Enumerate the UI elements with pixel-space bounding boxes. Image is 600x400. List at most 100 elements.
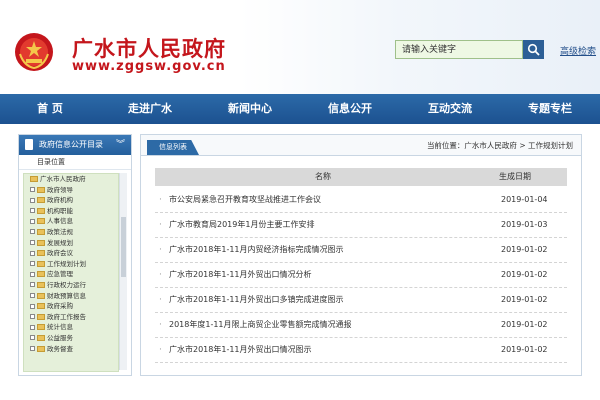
collapse-chevron-icon[interactable]: ︾ bbox=[116, 135, 125, 155]
nav-item-interaction[interactable]: 互动交流 bbox=[400, 94, 500, 124]
nav-item-news[interactable]: 新闻中心 bbox=[200, 94, 300, 124]
row-title-link[interactable]: 广水市教育局2019年1月份主要工作安排 bbox=[169, 213, 314, 237]
expand-icon[interactable] bbox=[30, 197, 35, 203]
main-nav: 首 页 走进广水 新闻中心 信息公开 互动交流 专题专栏 bbox=[0, 94, 600, 124]
tree-item[interactable]: 财政预算信息 bbox=[24, 291, 118, 302]
row-date: 2019-01-03 bbox=[501, 220, 548, 229]
table-row[interactable]: · 广水市2018年1-11月外贸出口情况图示 2019-01-02 bbox=[155, 338, 567, 363]
tree-item[interactable]: 政府领导 bbox=[24, 185, 118, 196]
tree-item[interactable]: 行政权力运行 bbox=[24, 280, 118, 291]
folder-icon bbox=[37, 218, 45, 225]
bullet-icon: · bbox=[159, 245, 162, 255]
bullet-icon: · bbox=[159, 295, 162, 305]
search-input[interactable]: 请输入关键字 bbox=[395, 40, 523, 59]
expand-icon[interactable] bbox=[30, 324, 35, 330]
row-title-link[interactable]: 市公安局紧急召开教育攻坚战推进工作会议 bbox=[169, 188, 321, 212]
tree-item[interactable]: 发展规划 bbox=[24, 238, 118, 249]
advanced-search-link[interactable]: 高级检索 bbox=[560, 44, 596, 57]
expand-icon[interactable] bbox=[30, 240, 35, 246]
expand-icon[interactable] bbox=[30, 218, 35, 224]
tree-item[interactable]: 公益服务 bbox=[24, 333, 118, 344]
table-row[interactable]: · 广水市2018年1-11月外贸出口多镇完成进度图示 2019-01-02 bbox=[155, 288, 567, 313]
expand-icon[interactable] bbox=[30, 346, 35, 351]
expand-icon[interactable] bbox=[30, 314, 35, 320]
folder-icon bbox=[37, 345, 45, 352]
expand-icon[interactable] bbox=[30, 335, 35, 341]
expand-icon[interactable] bbox=[30, 250, 35, 256]
sidebar-header[interactable]: 政府信息公开目录 ︾ bbox=[19, 135, 131, 155]
folder-icon bbox=[37, 250, 45, 257]
tree-item[interactable]: 政府机构 bbox=[24, 195, 118, 206]
sidebar-subtitle: 目录位置 bbox=[19, 155, 131, 170]
expand-icon[interactable] bbox=[30, 293, 35, 299]
tree-root[interactable]: 广水市人民政府 bbox=[24, 174, 118, 185]
tree-item[interactable]: 人事信息 bbox=[24, 216, 118, 227]
expand-icon[interactable] bbox=[30, 282, 35, 288]
tree-item[interactable]: 统计信息 bbox=[24, 322, 118, 333]
tree-item[interactable]: 政府采购 bbox=[24, 301, 118, 312]
tree-item[interactable]: 机构职能 bbox=[24, 206, 118, 217]
row-title-link[interactable]: 广水市2018年1-11月外贸出口多镇完成进度图示 bbox=[169, 288, 344, 312]
row-date: 2019-01-04 bbox=[501, 195, 548, 204]
row-title-link[interactable]: 广水市2018年1-11月外贸出口情况图示 bbox=[169, 338, 312, 362]
row-date: 2019-01-02 bbox=[501, 295, 548, 304]
nav-item-topics[interactable]: 专题专栏 bbox=[500, 94, 600, 124]
site-header: 广水市人民政府 www.zggsw.gov.cn 请输入关键字 高级检索 bbox=[0, 0, 600, 94]
folder-icon bbox=[37, 260, 45, 267]
tree-item[interactable]: 政府工作报告 bbox=[24, 312, 118, 323]
column-header-date: 生成日期 bbox=[499, 172, 531, 181]
tree-item[interactable]: 应急管理 bbox=[24, 269, 118, 280]
column-header-title: 名称 bbox=[315, 172, 331, 181]
row-date: 2019-01-02 bbox=[501, 320, 548, 329]
panel-header: 信息列表 当前位置：广水市人民政府 > 工作规划计划 bbox=[141, 135, 581, 156]
sidebar-scrollbar[interactable] bbox=[119, 173, 127, 370]
row-title-link[interactable]: 广水市2018年1-11月外贸出口情况分析 bbox=[169, 263, 312, 287]
expand-icon[interactable] bbox=[30, 187, 35, 193]
search-button[interactable] bbox=[523, 40, 544, 59]
tab-info-list[interactable]: 信息列表 bbox=[147, 140, 199, 155]
tree-item[interactable]: 工作规划计划 bbox=[24, 259, 118, 270]
site-url: www.zggsw.gov.cn bbox=[72, 59, 226, 74]
table-row[interactable]: · 市公安局紧急召开教育攻坚战推进工作会议 2019-01-04 bbox=[155, 188, 567, 213]
expand-icon[interactable] bbox=[30, 271, 35, 277]
folder-icon bbox=[37, 334, 45, 341]
expand-icon[interactable] bbox=[30, 208, 35, 214]
row-title-link[interactable]: 2018年度1-11月限上商贸企业零售额完成情况通报 bbox=[169, 313, 352, 337]
tree-item[interactable]: 政务督查 bbox=[24, 344, 118, 355]
scrollbar-thumb[interactable] bbox=[121, 217, 126, 277]
info-list-panel: 信息列表 当前位置：广水市人民政府 > 工作规划计划 名称 生成日期 · 市公安局… bbox=[140, 134, 582, 376]
table-header: 名称 生成日期 bbox=[155, 168, 567, 186]
table-row[interactable]: · 广水市2018年1-11月内贸经济指标完成情况图示 2019-01-02 bbox=[155, 238, 567, 263]
catalog-tree: 广水市人民政府 政府领导 政府机构 机构职能 人事信息 政策法规 发展规划 政府… bbox=[23, 173, 119, 372]
folder-icon bbox=[37, 271, 45, 278]
row-title-link[interactable]: 广水市2018年1-11月内贸经济指标完成情况图示 bbox=[169, 238, 344, 262]
bullet-icon: · bbox=[159, 220, 162, 230]
row-date: 2019-01-02 bbox=[501, 345, 548, 354]
row-date: 2019-01-02 bbox=[501, 270, 548, 279]
search-icon bbox=[527, 43, 540, 56]
folder-icon bbox=[37, 313, 45, 320]
folder-icon bbox=[37, 207, 45, 214]
folder-icon bbox=[37, 228, 45, 235]
folder-icon bbox=[37, 197, 45, 204]
disclosure-sidebar: 政府信息公开目录 ︾ 目录位置 广水市人民政府 政府领导 政府机构 机构职能 人… bbox=[18, 134, 132, 376]
table-row[interactable]: · 广水市2018年1-11月外贸出口情况分析 2019-01-02 bbox=[155, 263, 567, 288]
folder-icon bbox=[30, 176, 38, 182]
document-icon bbox=[25, 139, 33, 150]
nav-item-home[interactable]: 首 页 bbox=[0, 94, 100, 124]
table-row[interactable]: · 2018年度1-11月限上商贸企业零售额完成情况通报 2019-01-02 bbox=[155, 313, 567, 338]
sidebar-title: 政府信息公开目录 bbox=[39, 140, 103, 149]
nav-item-disclosure[interactable]: 信息公开 bbox=[300, 94, 400, 124]
expand-icon[interactable] bbox=[30, 261, 35, 267]
tree-item[interactable]: 政策法规 bbox=[24, 227, 118, 238]
nav-item-about[interactable]: 走进广水 bbox=[100, 94, 200, 124]
folder-icon bbox=[37, 239, 45, 246]
bullet-icon: · bbox=[159, 320, 162, 330]
tree-item[interactable]: 政府会议 bbox=[24, 248, 118, 259]
expand-icon[interactable] bbox=[30, 229, 35, 235]
row-date: 2019-01-02 bbox=[501, 245, 548, 254]
folder-icon bbox=[37, 303, 45, 310]
table-row[interactable]: · 广水市教育局2019年1月份主要工作安排 2019-01-03 bbox=[155, 213, 567, 238]
breadcrumb: 当前位置：广水市人民政府 > 工作规划计划 bbox=[426, 141, 573, 150]
expand-icon[interactable] bbox=[30, 303, 35, 309]
